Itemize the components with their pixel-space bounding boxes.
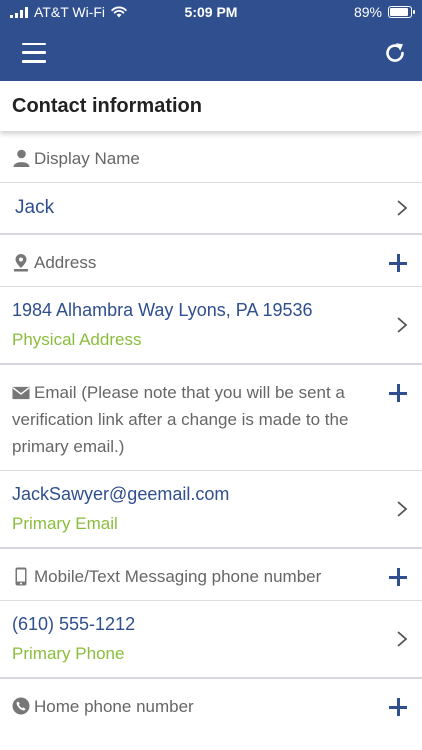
status-right: 89% <box>353 4 415 20</box>
address-label: Address <box>34 253 97 272</box>
chevron-right-icon <box>397 200 408 216</box>
phone-icon <box>12 696 30 716</box>
hamburger-menu-icon[interactable] <box>22 42 46 63</box>
address-row[interactable]: 1984 Alhambra Way Lyons, PA 19536 Physic… <box>0 287 422 365</box>
carrier-label: AT&T Wi-Fi <box>34 4 106 20</box>
add-mobile-icon[interactable] <box>388 567 408 587</box>
add-home-phone-icon[interactable] <box>388 697 408 717</box>
add-address-icon[interactable] <box>388 253 408 273</box>
email-value: JackSawyer@geemail.com <box>12 484 230 504</box>
envelope-icon <box>12 383 30 403</box>
mobile-row[interactable]: (610) 555-1212 Primary Phone <box>0 601 422 679</box>
mobile-value: (610) 555-1212 <box>12 614 136 634</box>
page-title: Contact information <box>0 81 422 131</box>
chevron-right-icon <box>397 317 408 333</box>
address-value: 1984 Alhambra Way Lyons, PA 19536 <box>12 300 313 320</box>
display-name-row[interactable]: Jack <box>0 183 422 235</box>
display-name-header: Display Name <box>0 131 422 183</box>
mobile-header: Mobile/Text Messaging phone number <box>0 549 422 601</box>
status-left: AT&T Wi-Fi <box>10 4 127 20</box>
mobile-label: Mobile/Text Messaging phone number <box>34 567 322 586</box>
person-icon <box>12 148 30 168</box>
home-phone-label: Home phone number <box>34 697 194 716</box>
mobile-phone-icon <box>12 566 30 586</box>
add-email-icon[interactable] <box>388 383 408 403</box>
status-bar: AT&T Wi-Fi 5:09 PM 89% <box>0 0 422 24</box>
mobile-type: Primary Phone <box>12 644 125 663</box>
chevron-right-icon <box>397 631 408 647</box>
battery-icon <box>388 6 415 18</box>
battery-percent: 89% <box>353 4 382 20</box>
email-header: Email (Please note that you will be sent… <box>0 365 422 471</box>
email-row[interactable]: JackSawyer@geemail.com Primary Email <box>0 471 422 549</box>
wifi-icon <box>111 6 127 18</box>
app-navbar <box>0 24 422 81</box>
contact-list: Display Name Jack Address 1984 Alhambra … <box>0 131 422 730</box>
address-header: Address <box>0 235 422 287</box>
display-name-label: Display Name <box>34 149 140 168</box>
refresh-icon[interactable] <box>382 40 408 66</box>
email-label: Email (Please note that you will be sent… <box>12 383 349 456</box>
location-pin-icon <box>12 252 30 272</box>
chevron-right-icon <box>397 501 408 517</box>
home-phone-header: Home phone number <box>0 679 422 730</box>
email-type: Primary Email <box>12 514 118 533</box>
signal-icon <box>10 6 28 18</box>
address-type: Physical Address <box>12 330 142 349</box>
display-name-value: Jack <box>15 197 55 218</box>
